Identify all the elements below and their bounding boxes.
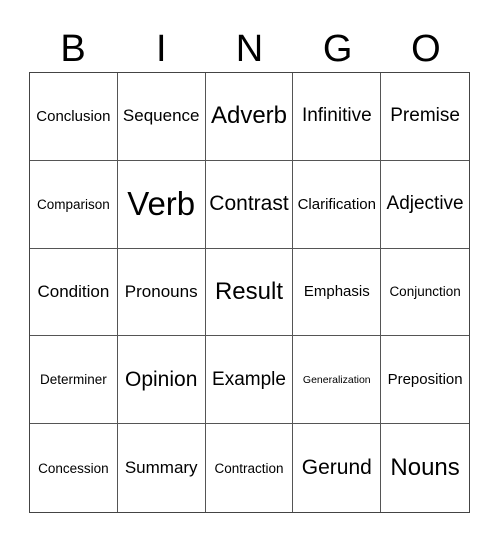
- bingo-cell[interactable]: Gerund: [293, 424, 382, 512]
- bingo-cell[interactable]: Contraction: [206, 424, 294, 512]
- bingo-cell[interactable]: Contrast: [205, 160, 294, 249]
- bingo-cell[interactable]: Comparison: [30, 160, 118, 249]
- bingo-cell[interactable]: Conclusion: [30, 73, 118, 161]
- header-letter-o: O: [411, 28, 441, 70]
- bingo-cell[interactable]: Conjunction: [381, 249, 469, 337]
- bingo-cell[interactable]: Pronouns: [117, 248, 206, 337]
- bingo-cell[interactable]: Adverb: [205, 73, 294, 161]
- bingo-cell[interactable]: Nouns: [381, 424, 469, 512]
- bingo-cell[interactable]: Result: [205, 248, 294, 337]
- header-letter-b: B: [60, 28, 86, 70]
- bingo-cell[interactable]: Determiner: [30, 336, 118, 425]
- header-letter-i: I: [156, 28, 167, 70]
- header-letter-g: G: [322, 28, 353, 70]
- bingo-cell[interactable]: Opinion: [117, 336, 206, 425]
- bingo-cell[interactable]: Verb: [117, 160, 206, 249]
- bingo-cell[interactable]: Preposition: [381, 336, 469, 425]
- bingo-cell[interactable]: Summary: [118, 424, 206, 512]
- bingo-cell[interactable]: Example: [205, 336, 294, 425]
- bingo-cell[interactable]: Adjective: [381, 161, 469, 249]
- bingo-cell[interactable]: Sequence: [117, 73, 206, 161]
- bingo-cell[interactable]: Clarification: [293, 160, 382, 249]
- bingo-cell[interactable]: Generalization: [293, 336, 382, 425]
- bingo-cell[interactable]: Premise: [381, 73, 469, 161]
- bingo-cell[interactable]: Emphasis: [293, 248, 382, 337]
- bingo-cell[interactable]: Concession: [30, 424, 118, 512]
- bingo-cell[interactable]: Infinitive: [293, 73, 382, 161]
- bingo-cell[interactable]: Condition: [30, 248, 118, 337]
- bingo-board: Conclusion Sequence Adverb Infinitive Pr…: [29, 72, 470, 513]
- bingo-header: B I N G O: [29, 26, 470, 72]
- header-letter-n: N: [235, 28, 264, 70]
